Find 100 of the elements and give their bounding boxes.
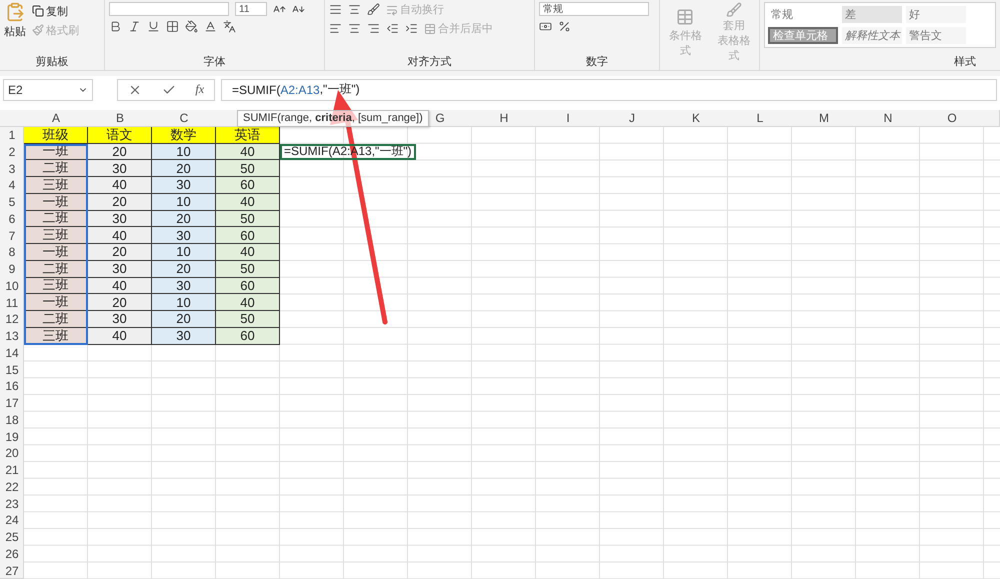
table-cell: 20: [88, 144, 152, 160]
insert-function-button[interactable]: fx: [195, 82, 204, 98]
row-header[interactable]: 16: [0, 378, 24, 395]
function-tooltip: SUMIF(range, criteria, [sum_range]): [237, 110, 429, 127]
column-header[interactable]: J: [600, 110, 664, 127]
cell-style[interactable]: 差: [842, 6, 902, 23]
column-header[interactable]: L: [728, 110, 792, 127]
row-header[interactable]: 10: [0, 278, 24, 294]
row-header[interactable]: 4: [0, 177, 24, 194]
column-header[interactable]: C: [152, 110, 216, 127]
row-header[interactable]: 20: [0, 445, 24, 462]
table-cell: 60: [216, 328, 280, 344]
table-cell: 40: [216, 244, 280, 261]
column-header[interactable]: H: [472, 110, 536, 127]
table-cell: 20: [152, 160, 216, 177]
paintbrush-icon: [32, 24, 44, 36]
cell-style[interactable]: 好: [906, 6, 966, 23]
bold-icon[interactable]: [109, 20, 122, 33]
row-header[interactable]: 5: [0, 194, 24, 210]
paste-button[interactable]: 粘贴: [4, 2, 26, 39]
border-icon[interactable]: [166, 20, 179, 33]
table-cell: 40: [88, 328, 152, 344]
column-header[interactable]: O: [920, 110, 984, 127]
table-cell: 50: [216, 260, 280, 278]
align-top-icon[interactable]: [329, 3, 342, 16]
name-box[interactable]: E2: [3, 78, 93, 101]
row-header[interactable]: 13: [0, 328, 24, 344]
cell-style[interactable]: 警告文: [906, 27, 966, 44]
column-header[interactable]: A: [24, 110, 88, 127]
align-left-icon[interactable]: [329, 22, 342, 35]
cell-style[interactable]: 解释性文本: [842, 27, 902, 44]
group-label: 样式: [953, 54, 977, 70]
row-header[interactable]: 9: [0, 260, 24, 278]
table-cell: 60: [216, 227, 280, 244]
row-header[interactable]: 25: [0, 528, 24, 546]
italic-icon[interactable]: [128, 20, 141, 33]
table-cell: 10: [152, 294, 216, 311]
table-cell: 60: [216, 278, 280, 294]
row-header[interactable]: 2: [0, 144, 24, 160]
row-header[interactable]: 1: [0, 126, 24, 144]
table-cell: 30: [152, 227, 216, 244]
table-cell: 20: [152, 311, 216, 328]
table-cell: 30: [152, 328, 216, 344]
row-header[interactable]: 26: [0, 546, 24, 562]
table-cell: 10: [152, 244, 216, 261]
row-header[interactable]: 18: [0, 412, 24, 428]
row-header[interactable]: 3: [0, 160, 24, 177]
table-cell: 30: [88, 260, 152, 278]
currency-icon[interactable]: [539, 20, 552, 33]
table-cell: 英语: [216, 126, 280, 144]
column-header[interactable]: I: [536, 110, 600, 127]
table-cell: 20: [152, 210, 216, 228]
font-size-field[interactable]: 11: [235, 2, 267, 16]
row-header[interactable]: 11: [0, 294, 24, 311]
indent-increase-icon[interactable]: [405, 22, 418, 35]
copy-button[interactable]: 复制: [32, 4, 79, 18]
row-header[interactable]: 6: [0, 210, 24, 228]
row-header[interactable]: 24: [0, 512, 24, 529]
row-header[interactable]: 12: [0, 311, 24, 328]
clipboard-icon: [5, 2, 25, 22]
column-header[interactable]: K: [664, 110, 728, 127]
align-middle-icon[interactable]: [348, 3, 361, 16]
table-cell: 语文: [88, 126, 152, 144]
row-header[interactable]: 22: [0, 478, 24, 496]
row-header[interactable]: 8: [0, 244, 24, 261]
column-header[interactable]: M: [792, 110, 856, 127]
row-header[interactable]: 17: [0, 394, 24, 412]
table-cell: 三班: [24, 227, 88, 244]
formula-field[interactable]: =SUMIF(A2:A13,"一班"): [221, 78, 997, 101]
underline-icon[interactable]: [147, 20, 160, 33]
table-cell: 20: [88, 294, 152, 311]
row-header[interactable]: 15: [0, 361, 24, 378]
font-name-field[interactable]: [109, 2, 229, 16]
font-color-icon[interactable]: [204, 20, 217, 33]
copy-icon: [32, 5, 44, 17]
table-cell: 30: [88, 210, 152, 228]
number-format-field[interactable]: 常规: [539, 2, 649, 16]
fill-color-icon[interactable]: [185, 20, 198, 33]
row-header[interactable]: 27: [0, 562, 24, 579]
indent-decrease-icon[interactable]: [386, 22, 399, 35]
table-cell: 60: [216, 177, 280, 194]
table-cell: 20: [152, 260, 216, 278]
table-cell: 二班: [24, 160, 88, 177]
row-header[interactable]: 14: [0, 344, 24, 362]
table-cell: 10: [152, 194, 216, 210]
row-header[interactable]: 7: [0, 227, 24, 244]
column-header[interactable]: N: [856, 110, 920, 127]
table-cell: 50: [216, 160, 280, 177]
table-cell: 40: [216, 144, 280, 160]
column-header[interactable]: B: [88, 110, 152, 127]
table-cell: 30: [152, 278, 216, 294]
row-header[interactable]: 23: [0, 495, 24, 512]
align-center-icon[interactable]: [348, 22, 361, 35]
align-right-icon[interactable]: [367, 22, 380, 35]
phonetic-icon[interactable]: [223, 20, 236, 33]
table-cell: 40: [88, 278, 152, 294]
percent-icon[interactable]: [558, 20, 571, 33]
row-header[interactable]: 19: [0, 428, 24, 445]
table-cell: 40: [88, 177, 152, 194]
row-header[interactable]: 21: [0, 462, 24, 478]
